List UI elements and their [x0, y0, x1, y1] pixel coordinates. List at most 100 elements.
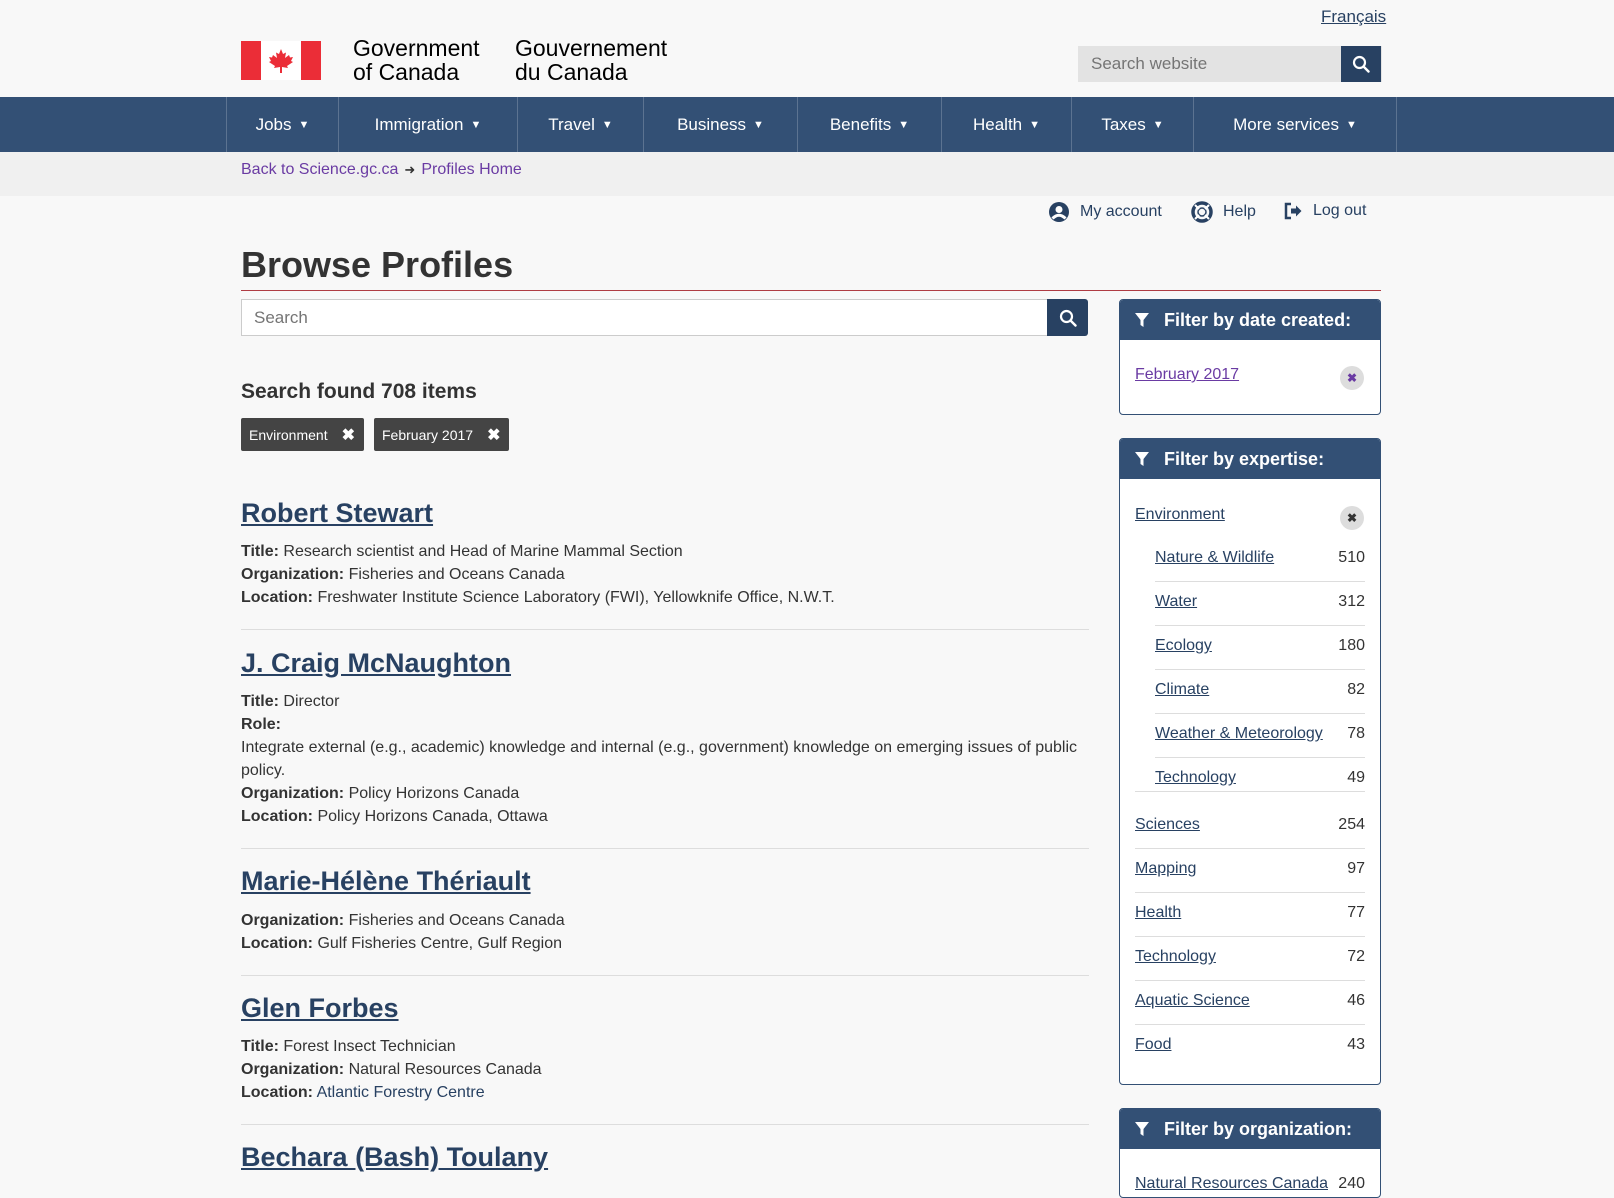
chevron-down-icon: ▼ [298, 118, 310, 131]
profile-name-link[interactable]: J. Craig McNaughton [241, 648, 511, 679]
nav-item-travel[interactable]: Travel ▼ [518, 97, 644, 152]
help-link[interactable]: Help [1191, 201, 1256, 223]
facet-item[interactable]: Food 43 [1135, 1036, 1365, 1054]
facet-item[interactable]: Mapping 97 [1135, 860, 1365, 878]
breadcrumb-home-link[interactable]: Profiles Home [421, 161, 521, 178]
divider [1155, 581, 1365, 582]
divider [1135, 980, 1365, 981]
user-circle-icon [1049, 202, 1069, 222]
main-menu: Jobs ▼ Immigration ▼ Travel ▼ Business ▼ Ben… [0, 97, 1614, 152]
sign-out-icon [1284, 202, 1302, 220]
nav-item-health[interactable]: Health ▼ [942, 97, 1072, 152]
chevron-down-icon: ▼ [601, 118, 613, 131]
profile-name-link[interactable]: Robert Stewart [241, 498, 433, 529]
sub-facet-item[interactable]: Climate 82 [1155, 681, 1365, 699]
chevron-down-icon: ▼ [1152, 118, 1164, 131]
nav-item-jobs[interactable]: Jobs ▼ [227, 97, 339, 152]
active-filter-tag[interactable]: February 2017 ✖ [374, 418, 509, 451]
profile-name-link[interactable]: Glen Forbes [241, 993, 399, 1024]
divider [1135, 1024, 1365, 1025]
profile-organization: Organization: Natural Resources Canada [241, 1061, 542, 1078]
profile-location: Location: Policy Horizons Canada, Ottawa [241, 808, 548, 825]
close-icon: ✖ [487, 426, 501, 444]
divider [241, 629, 1089, 630]
signature-french: Gouvernement du Canada [515, 35, 668, 85]
sub-facet-item[interactable]: Nature & Wildlife 510 [1155, 549, 1365, 567]
divider [241, 1124, 1089, 1125]
maple-leaf-icon [269, 48, 293, 73]
my-account-link[interactable]: My account [1048, 201, 1162, 223]
sub-facet-item[interactable]: Ecology 180 [1155, 637, 1365, 655]
filter-date-panel: Filter by date created: February 2017 ✖ [1119, 299, 1381, 415]
filter-expertise-heading: Filter by expertise: [1120, 439, 1380, 479]
profile-name-link[interactable]: Marie-Hélène Thériault [241, 866, 531, 897]
divider [1135, 848, 1365, 849]
site-search-button[interactable] [1341, 46, 1381, 82]
nav-item-benefits[interactable]: Benefits ▼ [798, 97, 942, 152]
facet-item[interactable]: Technology 72 [1135, 948, 1365, 966]
profile-search-input[interactable] [241, 299, 1048, 336]
divider [1135, 791, 1365, 792]
profile-role-label: Role: [241, 716, 281, 733]
date-facet-link[interactable]: February 2017 [1135, 366, 1239, 384]
nav-item-taxes[interactable]: Taxes ▼ [1072, 97, 1194, 152]
life-ring-icon [1191, 201, 1213, 223]
divider [241, 848, 1089, 849]
profile-name-link[interactable]: Bechara (Bash) Toulany [241, 1142, 548, 1173]
search-icon [1352, 55, 1370, 73]
profile-role: Integrate external (e.g., academic) know… [241, 739, 1078, 756]
filter-date-heading: Filter by date created: [1120, 300, 1380, 340]
profile-title: Title: Director [241, 693, 340, 710]
profile-role-continued: policy. [241, 762, 286, 779]
filter-icon [1135, 452, 1149, 466]
nav-item-immigration[interactable]: Immigration ▼ [339, 97, 518, 152]
remove-filter-button[interactable]: ✖ [1340, 506, 1364, 530]
profile-title: Title: Research scientist and Head of Ma… [241, 543, 683, 560]
chevron-down-icon: ▼ [898, 118, 910, 131]
filter-organization-panel: Filter by organization: Natural Resource… [1119, 1108, 1381, 1198]
sub-facet-item[interactable]: Weather & Meteorology 78 [1155, 725, 1365, 743]
profile-title: Title: Forest Insect Technician [241, 1038, 456, 1055]
profile-search-button[interactable] [1047, 299, 1088, 336]
facet-item[interactable]: Health 77 [1135, 904, 1365, 922]
page-title: Browse Profiles [241, 244, 514, 285]
facet-item[interactable]: Natural Resources Canada 240 [1135, 1175, 1365, 1193]
divider [1155, 757, 1365, 758]
filter-expertise-panel: Filter by expertise: Environment ✖ Natur… [1119, 438, 1381, 1085]
profile-organization: Organization: Policy Horizons Canada [241, 785, 520, 802]
divider [1135, 936, 1365, 937]
chevron-down-icon: ▼ [753, 118, 764, 131]
nav-item-business[interactable]: Business ▼ [644, 97, 798, 152]
title-divider [241, 290, 1381, 291]
arrow-right-icon: ➜ [404, 162, 416, 177]
search-icon [1059, 309, 1077, 327]
chevron-down-icon: ▼ [1029, 118, 1041, 131]
breadcrumb-back-link[interactable]: Back to Science.gc.ca [241, 161, 398, 178]
nav-item-more-services[interactable]: More services ▼ [1194, 97, 1397, 152]
divider [1135, 892, 1365, 893]
logout-link[interactable]: Log out [1283, 201, 1366, 221]
canada-flag-logo [241, 41, 321, 80]
divider [1155, 669, 1365, 670]
remove-filter-button[interactable]: ✖ [1340, 366, 1364, 390]
chevron-down-icon: ▼ [470, 118, 482, 131]
language-toggle-link[interactable]: Français [1321, 7, 1386, 27]
filter-organization-heading: Filter by organization: [1120, 1109, 1380, 1149]
results-count-heading: Search found 708 items [241, 380, 477, 403]
location-link[interactable]: Atlantic Forestry Centre [317, 1084, 485, 1101]
active-filter-tag[interactable]: Environment ✖ [241, 418, 364, 451]
divider [241, 975, 1089, 976]
sub-facet-item[interactable]: Technology 49 [1155, 769, 1365, 787]
chevron-down-icon: ▼ [1345, 118, 1357, 131]
profile-organization: Organization: Fisheries and Oceans Canad… [241, 912, 565, 929]
profile-location: Location: Atlantic Forestry Centre [241, 1084, 485, 1101]
facet-item[interactable]: Aquatic Science 46 [1135, 992, 1365, 1010]
divider [1155, 625, 1365, 626]
divider [1155, 713, 1365, 714]
signature-english: Government of Canada [353, 35, 480, 85]
expertise-facet-link[interactable]: Environment [1135, 506, 1225, 524]
breadcrumb: Back to Science.gc.ca ➜ Profiles Home [241, 161, 522, 179]
facet-item[interactable]: Sciences 254 [1135, 816, 1365, 834]
site-search-input[interactable] [1078, 46, 1382, 82]
sub-facet-item[interactable]: Water 312 [1155, 593, 1365, 611]
